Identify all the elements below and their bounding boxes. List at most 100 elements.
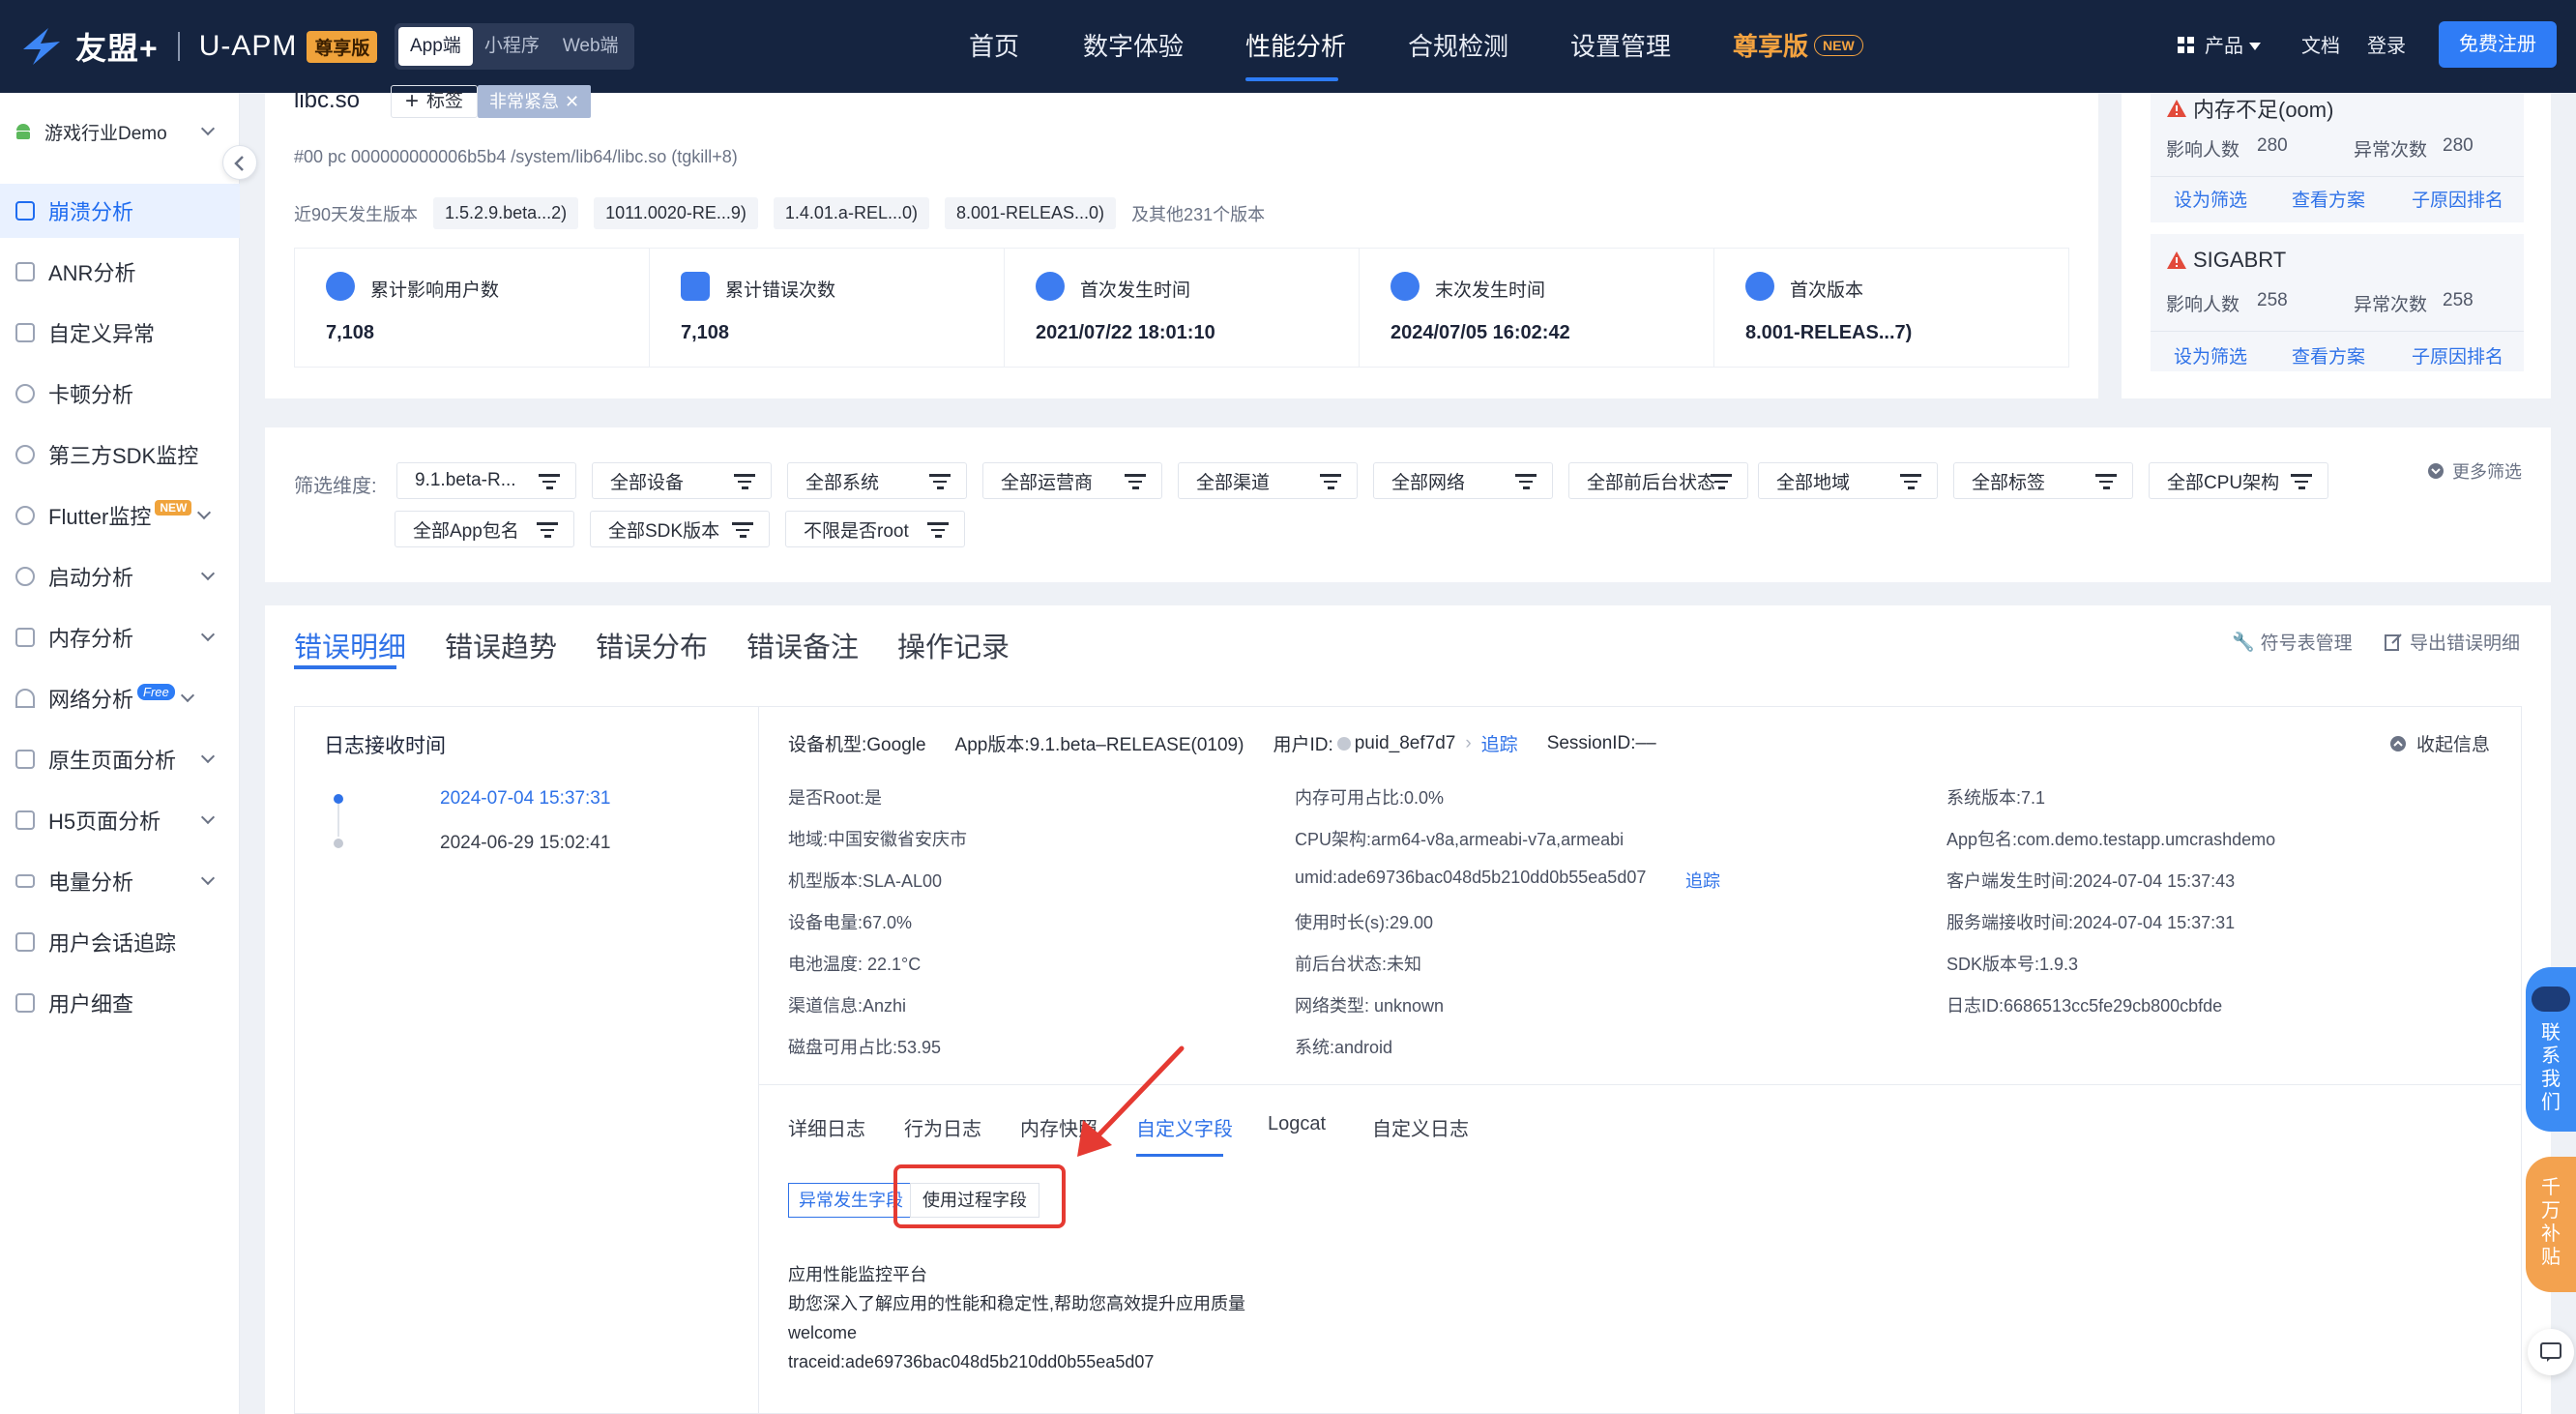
contact-us-text: 联 系 我 们 — [2539, 1021, 2562, 1114]
filter-dropdown[interactable]: 全部SDK版本 — [590, 511, 770, 547]
sidebar-item-lag[interactable]: 卡顿分析 — [0, 367, 240, 421]
tab-error-detail[interactable]: 错误明细 — [294, 625, 406, 665]
close-icon[interactable]: ✕ — [565, 92, 579, 111]
nav-settings[interactable]: 设置管理 — [1570, 0, 1671, 93]
filter-icon — [2095, 474, 2117, 489]
contact-us-widget[interactable]: 联 系 我 们 — [2526, 967, 2576, 1132]
subtab-behavior-log[interactable]: 行为日志 — [904, 1113, 981, 1141]
sidebar-item-h5-page[interactable]: H5页面分析 — [0, 793, 240, 847]
export-button[interactable]: 导出错误明细 — [2385, 629, 2520, 655]
sidebar-item-user-detail[interactable]: 用户细查 — [0, 976, 240, 1030]
sidebar-item-third-party-sdk[interactable]: 第三方SDK监控 — [0, 427, 240, 482]
log-entry[interactable]: 2024-06-29 15:02:41 — [440, 833, 610, 854]
filter-dropdown[interactable]: 全部前后台状态 — [1568, 462, 1748, 499]
app-selector[interactable]: 游戏行业Demo — [14, 112, 236, 151]
filter-dropdown[interactable]: 不限是否root — [785, 511, 965, 547]
sidebar-item-startup[interactable]: 启动分析 — [0, 549, 240, 604]
add-tag-button[interactable]: + 标签 — [391, 85, 479, 118]
sub-reason-ranking-link[interactable]: 子原因排名 — [2412, 186, 2503, 212]
count-value: 258 — [2443, 290, 2474, 310]
filter-dropdown-label: 9.1.beta-R... — [415, 470, 516, 490]
logo[interactable]: 友盟+ U-APM 尊享版 — [19, 17, 378, 75]
nav-premium[interactable]: 尊享版 — [1733, 0, 1808, 93]
collapse-info-button[interactable]: 收起信息 — [2389, 730, 2490, 756]
filter-dropdown[interactable]: 全部设备 — [592, 462, 772, 499]
filter-dropdown[interactable]: 全部标签 — [1953, 462, 2133, 499]
nav-digital-experience[interactable]: 数字体验 — [1083, 0, 1184, 93]
filter-dropdown[interactable]: 全部系统 — [787, 462, 967, 499]
login-link[interactable]: 登录 — [2367, 0, 2406, 93]
more-versions-link[interactable]: 及其他231个版本 — [1131, 201, 1265, 226]
custom-field-content: 应用性能监控平台 助您深入了解应用的性能和稳定性,帮助您高效提升应用质量 wel… — [788, 1260, 1245, 1376]
trace-link[interactable]: 追踪 — [1481, 730, 1518, 756]
sidebar-item-custom-exception[interactable]: 自定义异常 — [0, 306, 240, 360]
umid-trace-link[interactable]: 追踪 — [1685, 868, 1720, 893]
contact-char: 们 — [2541, 1092, 2561, 1113]
sidebar-item-memory[interactable]: 内存分析 — [0, 610, 240, 664]
chevron-up-circle-icon — [2390, 735, 2406, 751]
sidebar-item-label: 启动分析 — [48, 566, 134, 590]
sidebar-item-session-trace[interactable]: 用户会话追踪 — [0, 915, 240, 969]
add-tag-label: 标签 — [426, 91, 464, 111]
sidebar-item-label: 网络分析 — [48, 688, 134, 712]
platform-tab-web[interactable]: Web端 — [551, 27, 630, 66]
battery-icon — [15, 874, 35, 888]
version-chip[interactable]: 8.001-RELEAS...0) — [944, 197, 1117, 229]
filter-dropdown[interactable]: 全部App包名 — [395, 511, 574, 547]
tab-error-notes[interactable]: 错误备注 — [746, 625, 859, 665]
divider — [759, 1084, 2521, 1085]
more-filters-button[interactable]: 更多筛选 — [2427, 458, 2522, 484]
register-button[interactable]: 免费注册 — [2439, 21, 2557, 68]
product-menu[interactable]: 产品 — [2205, 0, 2243, 93]
sidebar-collapse-button[interactable] — [222, 145, 257, 180]
version-chip[interactable]: 1011.0020-RE...9) — [594, 197, 758, 229]
subsidy-widget[interactable]: 千 万 补 贴 — [2526, 1157, 2576, 1292]
view-solution-link[interactable]: 查看方案 — [2292, 342, 2365, 368]
filter-dropdown[interactable]: 全部网络 — [1373, 462, 1553, 499]
device-header: 设备机型:Google App版本:9.1.beta–RELEASE(0109)… — [788, 730, 1656, 756]
subtab-detail-log[interactable]: 详细日志 — [788, 1113, 865, 1141]
filter-dropdown[interactable]: 全部渠道 — [1178, 462, 1358, 499]
subtab-logcat[interactable]: Logcat — [1268, 1113, 1326, 1135]
symbol-table-button[interactable]: 🔧 符号表管理 — [2232, 629, 2353, 655]
users-label: 影响人数 — [2166, 295, 2240, 315]
tab-error-distribution[interactable]: 错误分布 — [596, 625, 708, 665]
platform-tab-app[interactable]: App端 — [398, 27, 473, 66]
sidebar-item-network[interactable]: 网络分析 Free — [0, 671, 240, 725]
filter-label: 筛选维度: — [294, 476, 377, 497]
view-solution-link[interactable]: 查看方案 — [2292, 186, 2365, 212]
sidebar-item-anr[interactable]: ANR分析 — [0, 245, 240, 299]
urgency-tag[interactable]: 非常紧急 ✕ — [478, 85, 592, 118]
set-filter-link[interactable]: 设为筛选 — [2174, 342, 2247, 368]
filter-dropdown-label: 全部App包名 — [413, 520, 519, 542]
warning-icon — [2167, 100, 2186, 117]
platform-tab-miniprogram[interactable]: 小程序 — [473, 27, 551, 66]
sidebar-item-native-page[interactable]: 原生页面分析 — [0, 732, 240, 786]
subtab-custom-log[interactable]: 自定义日志 — [1372, 1113, 1469, 1141]
sub-reason-ranking-link[interactable]: 子原因排名 — [2412, 342, 2503, 368]
nav-compliance[interactable]: 合规检测 — [1408, 0, 1508, 93]
filter-dropdown-label: 全部地域 — [1776, 472, 1851, 493]
sidebar-item-crash[interactable]: 崩溃分析 — [0, 184, 240, 238]
sidebar-item-label: ANR分析 — [48, 261, 136, 285]
filter-dropdown-label: 全部设备 — [610, 472, 685, 493]
set-filter-link[interactable]: 设为筛选 — [2174, 186, 2247, 212]
version-chip[interactable]: 1.4.01.a-REL...0) — [773, 197, 929, 229]
filter-dropdown-label: 全部渠道 — [1196, 472, 1271, 493]
tab-error-trend[interactable]: 错误趋势 — [445, 625, 557, 665]
version-chip[interactable]: 1.5.2.9.beta...2) — [433, 197, 579, 229]
log-entry-selected[interactable]: 2024-07-04 15:37:31 — [440, 788, 610, 810]
tab-operation-log[interactable]: 操作记录 — [897, 625, 1010, 665]
attribute-value: 磁盘可用占比:53.95 — [788, 1038, 942, 1057]
docs-link[interactable]: 文档 — [2301, 0, 2340, 93]
filter-dropdown[interactable]: 全部地域 — [1758, 462, 1938, 499]
feedback-button[interactable] — [2528, 1329, 2574, 1375]
nav-home[interactable]: 首页 — [969, 0, 1019, 93]
sidebar-item-battery[interactable]: 电量分析 — [0, 854, 240, 908]
filter-dropdown[interactable]: 全部运营商 — [982, 462, 1162, 499]
attribute-value: 地域:中国安徽省安庆市 — [788, 830, 967, 849]
sidebar-item-flutter[interactable]: Flutter监控 NEW — [0, 488, 240, 543]
stats-row: 累计影响用户数 7,108 累计错误次数 7,108 首次发生时间 2021/0… — [294, 248, 2069, 368]
filter-dropdown[interactable]: 全部CPU架构 — [2149, 462, 2328, 499]
filter-dropdown[interactable]: 9.1.beta-R... — [396, 462, 576, 499]
